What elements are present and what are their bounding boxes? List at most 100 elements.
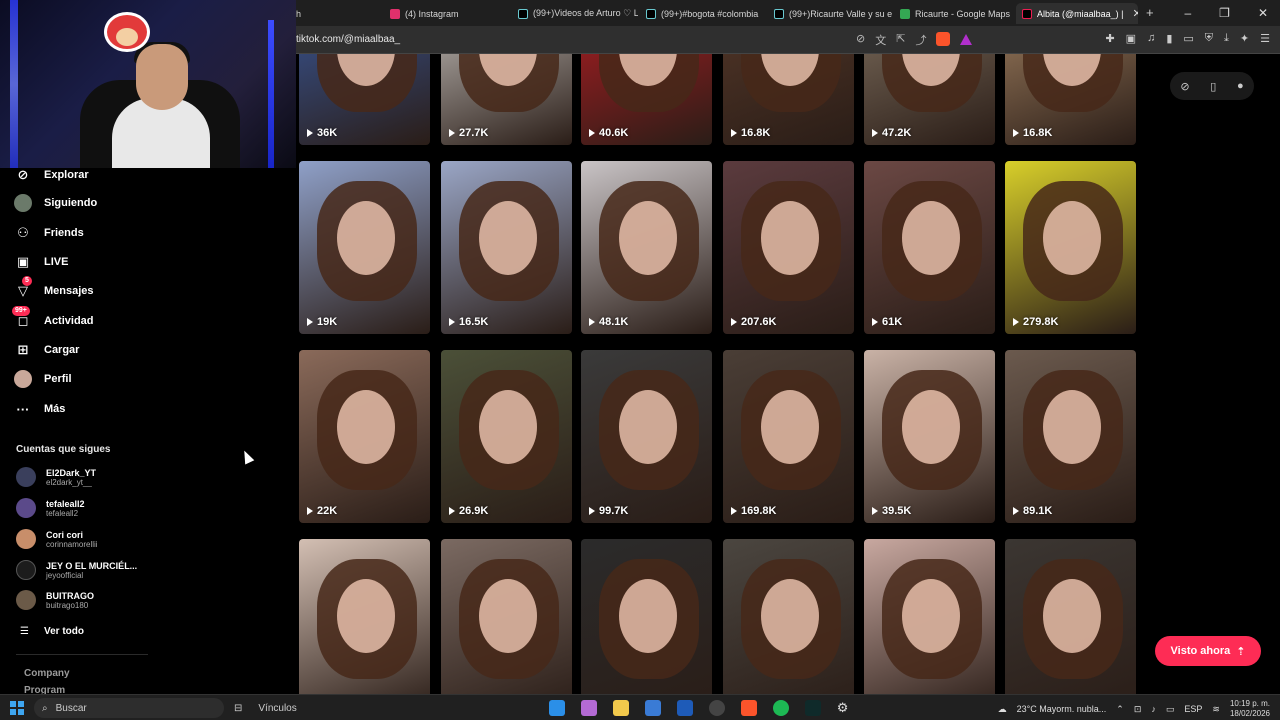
video-tile[interactable] <box>441 539 572 694</box>
sidebar-toggle-icon[interactable]: ▮ <box>1166 32 1172 45</box>
close-window-icon[interactable]: ✕ <box>1258 6 1268 20</box>
media-icon[interactable]: ▣ <box>1126 32 1136 45</box>
tab-google-maps[interactable]: Ricaurte - Google Maps <box>894 3 1012 24</box>
mail-icon[interactable] <box>676 700 693 716</box>
video-tile[interactable]: 19K <box>299 161 430 334</box>
store-icon[interactable] <box>644 700 661 716</box>
nav-mas[interactable]: ··· Más <box>14 400 66 418</box>
no-tracking-icon[interactable]: ⊘ <box>856 32 865 48</box>
following-account[interactable]: El2Dark_YT el2dark_yt__ <box>16 467 96 487</box>
task-view-icon[interactable]: ⊟ <box>234 703 242 714</box>
open-external-icon[interactable]: ⇱ <box>896 32 905 48</box>
video-tile[interactable]: 16.5K <box>441 161 572 334</box>
extensions-icon[interactable]: ✚ <box>1105 32 1114 45</box>
clock[interactable]: 10:19 p. m. 18/02/2026 <box>1230 699 1270 719</box>
music-icon[interactable]: ♫ <box>1147 32 1155 45</box>
download-icon[interactable]: ⤓ <box>1224 32 1229 45</box>
wifi-icon[interactable]: ≋ <box>1212 704 1220 715</box>
battery-icon[interactable]: ▭ <box>1166 704 1175 715</box>
video-tile[interactable] <box>299 539 430 694</box>
brave-shields-icon[interactable] <box>936 32 951 46</box>
video-tile[interactable]: 16.8K <box>723 54 854 145</box>
close-tab-icon[interactable]: ✕ <box>1133 7 1138 20</box>
video-tile[interactable]: 279.8K <box>1005 161 1136 334</box>
following-account[interactable]: JEY O EL MURCIÉL... jeyoofficial <box>16 560 137 580</box>
video-tile[interactable]: 169.8K <box>723 350 854 523</box>
tab-albita-active[interactable]: Albita (@miaalbaa_) | ✕ <box>1016 3 1138 24</box>
tray-chevron-icon[interactable]: ⌃ <box>1116 704 1124 715</box>
file-explorer-icon[interactable] <box>612 700 629 716</box>
brave-icon[interactable] <box>740 700 757 716</box>
settings-gear-icon[interactable]: ⚙ <box>837 700 853 716</box>
leo-icon[interactable]: ✦ <box>1240 32 1249 45</box>
tab-0[interactable]: h <box>290 3 380 24</box>
copilot-icon[interactable] <box>580 700 597 716</box>
url-field[interactable]: tiktok.com/@miaalbaa_ <box>296 34 400 45</box>
video-tile[interactable] <box>581 539 712 694</box>
video-tile[interactable]: 40.6K <box>581 54 712 145</box>
visto-ahora-button[interactable]: Visto ahora ⇡ <box>1155 636 1261 666</box>
new-tab-icon[interactable]: + <box>1146 5 1154 20</box>
video-tile[interactable]: 36K <box>299 54 430 145</box>
search-icon: ⌕ <box>42 702 48 714</box>
following-account[interactable]: Cori cori corinnamorellii <box>16 529 98 549</box>
video-tile[interactable] <box>723 539 854 694</box>
video-tile[interactable]: 26.9K <box>441 350 572 523</box>
following-account[interactable]: tefaleall2 tefaleall2 <box>16 498 85 518</box>
terminal-icon[interactable] <box>804 700 821 716</box>
wallet-icon[interactable]: ▭ <box>1183 32 1193 45</box>
translate-icon[interactable]: 文 <box>875 32 886 48</box>
thumbnail-face <box>1043 579 1101 653</box>
weather-text[interactable]: 23°C Mayorm. nubla... <box>1017 704 1107 714</box>
tab-bogota[interactable]: (99+)#bogota #colombia <box>640 3 766 24</box>
video-tile[interactable]: 47.2K <box>864 54 995 145</box>
obs-icon[interactable] <box>708 700 725 716</box>
nav-friends[interactable]: ⚇ Friends <box>14 224 84 242</box>
profile-avatar-icon[interactable]: ● <box>1237 80 1244 92</box>
nav-cargar[interactable]: ⊞ Cargar <box>14 341 80 359</box>
see-all-button[interactable]: ☰ Ver todo <box>20 626 84 637</box>
tab-instagram[interactable]: (4) Instagram <box>384 3 508 24</box>
video-tile[interactable]: 99.7K <box>581 350 712 523</box>
video-grid: 36K 27.7K 40.6K 16.8K 47.2K 16.8K 19K 16.5K 48.1… <box>296 54 1280 694</box>
nav-siguiendo[interactable]: Siguiendo <box>14 194 97 212</box>
nav-mensajes[interactable]: ▽ 5 Mensajes <box>14 276 94 300</box>
nav-live[interactable]: ▣ LIVE <box>14 253 69 271</box>
windows-start-icon[interactable] <box>10 701 24 715</box>
network-icon[interactable]: ⊡ <box>1134 704 1142 715</box>
minimize-icon[interactable]: – <box>1184 6 1191 20</box>
nav-label: Cargar <box>44 344 80 356</box>
tab-ricaurte[interactable]: (99+)Ricaurte Valle y su ex <box>768 3 892 24</box>
brave-rewards-icon[interactable] <box>960 34 973 45</box>
video-tile[interactable] <box>864 539 995 694</box>
video-tile[interactable]: 61K <box>864 161 995 334</box>
video-tile[interactable]: 39.5K <box>864 350 995 523</box>
compass-icon[interactable]: ⊘ <box>1180 80 1189 93</box>
following-account[interactable]: BUITRAGO buitrago180 <box>16 590 94 610</box>
tab-label: (99+)Videos de Arturo ♡ L <box>533 8 638 18</box>
nav-actividad[interactable]: ◻ 99+ Actividad <box>12 306 94 330</box>
video-tile[interactable]: 22K <box>299 350 430 523</box>
language-indicator[interactable]: ESP <box>1184 704 1202 714</box>
video-tile[interactable]: 27.7K <box>441 54 572 145</box>
restore-icon[interactable]: ❐ <box>1219 6 1230 20</box>
edge-icon[interactable] <box>548 700 565 716</box>
avatar <box>16 590 36 610</box>
video-tile[interactable] <box>1005 539 1136 694</box>
volume-icon[interactable]: ♪ <box>1151 704 1156 714</box>
nav-explorar[interactable]: ⊘ Explorar <box>14 166 89 184</box>
vpn-shield-icon[interactable]: ⛨ <box>1205 32 1213 45</box>
menu-icon[interactable]: ☰ <box>1260 32 1270 45</box>
nav-perfil[interactable]: Perfil <box>14 370 72 388</box>
taskbar-search[interactable]: ⌕ Buscar <box>34 698 224 718</box>
video-tile[interactable]: 48.1K <box>581 161 712 334</box>
video-tile[interactable]: 89.1K <box>1005 350 1136 523</box>
video-tile[interactable]: 16.8K <box>1005 54 1136 145</box>
video-tile[interactable]: 207.6K <box>723 161 854 334</box>
device-icon[interactable]: ▯ <box>1210 80 1216 93</box>
footer-link-company[interactable]: Company <box>24 668 70 679</box>
vinculos-toolbar[interactable]: Vínculos <box>258 703 296 714</box>
share-icon[interactable]: ⤴ <box>915 32 926 48</box>
tab-videos-arturo[interactable]: (99+)Videos de Arturo ♡ L <box>512 3 638 24</box>
spotify-icon[interactable] <box>772 700 789 716</box>
